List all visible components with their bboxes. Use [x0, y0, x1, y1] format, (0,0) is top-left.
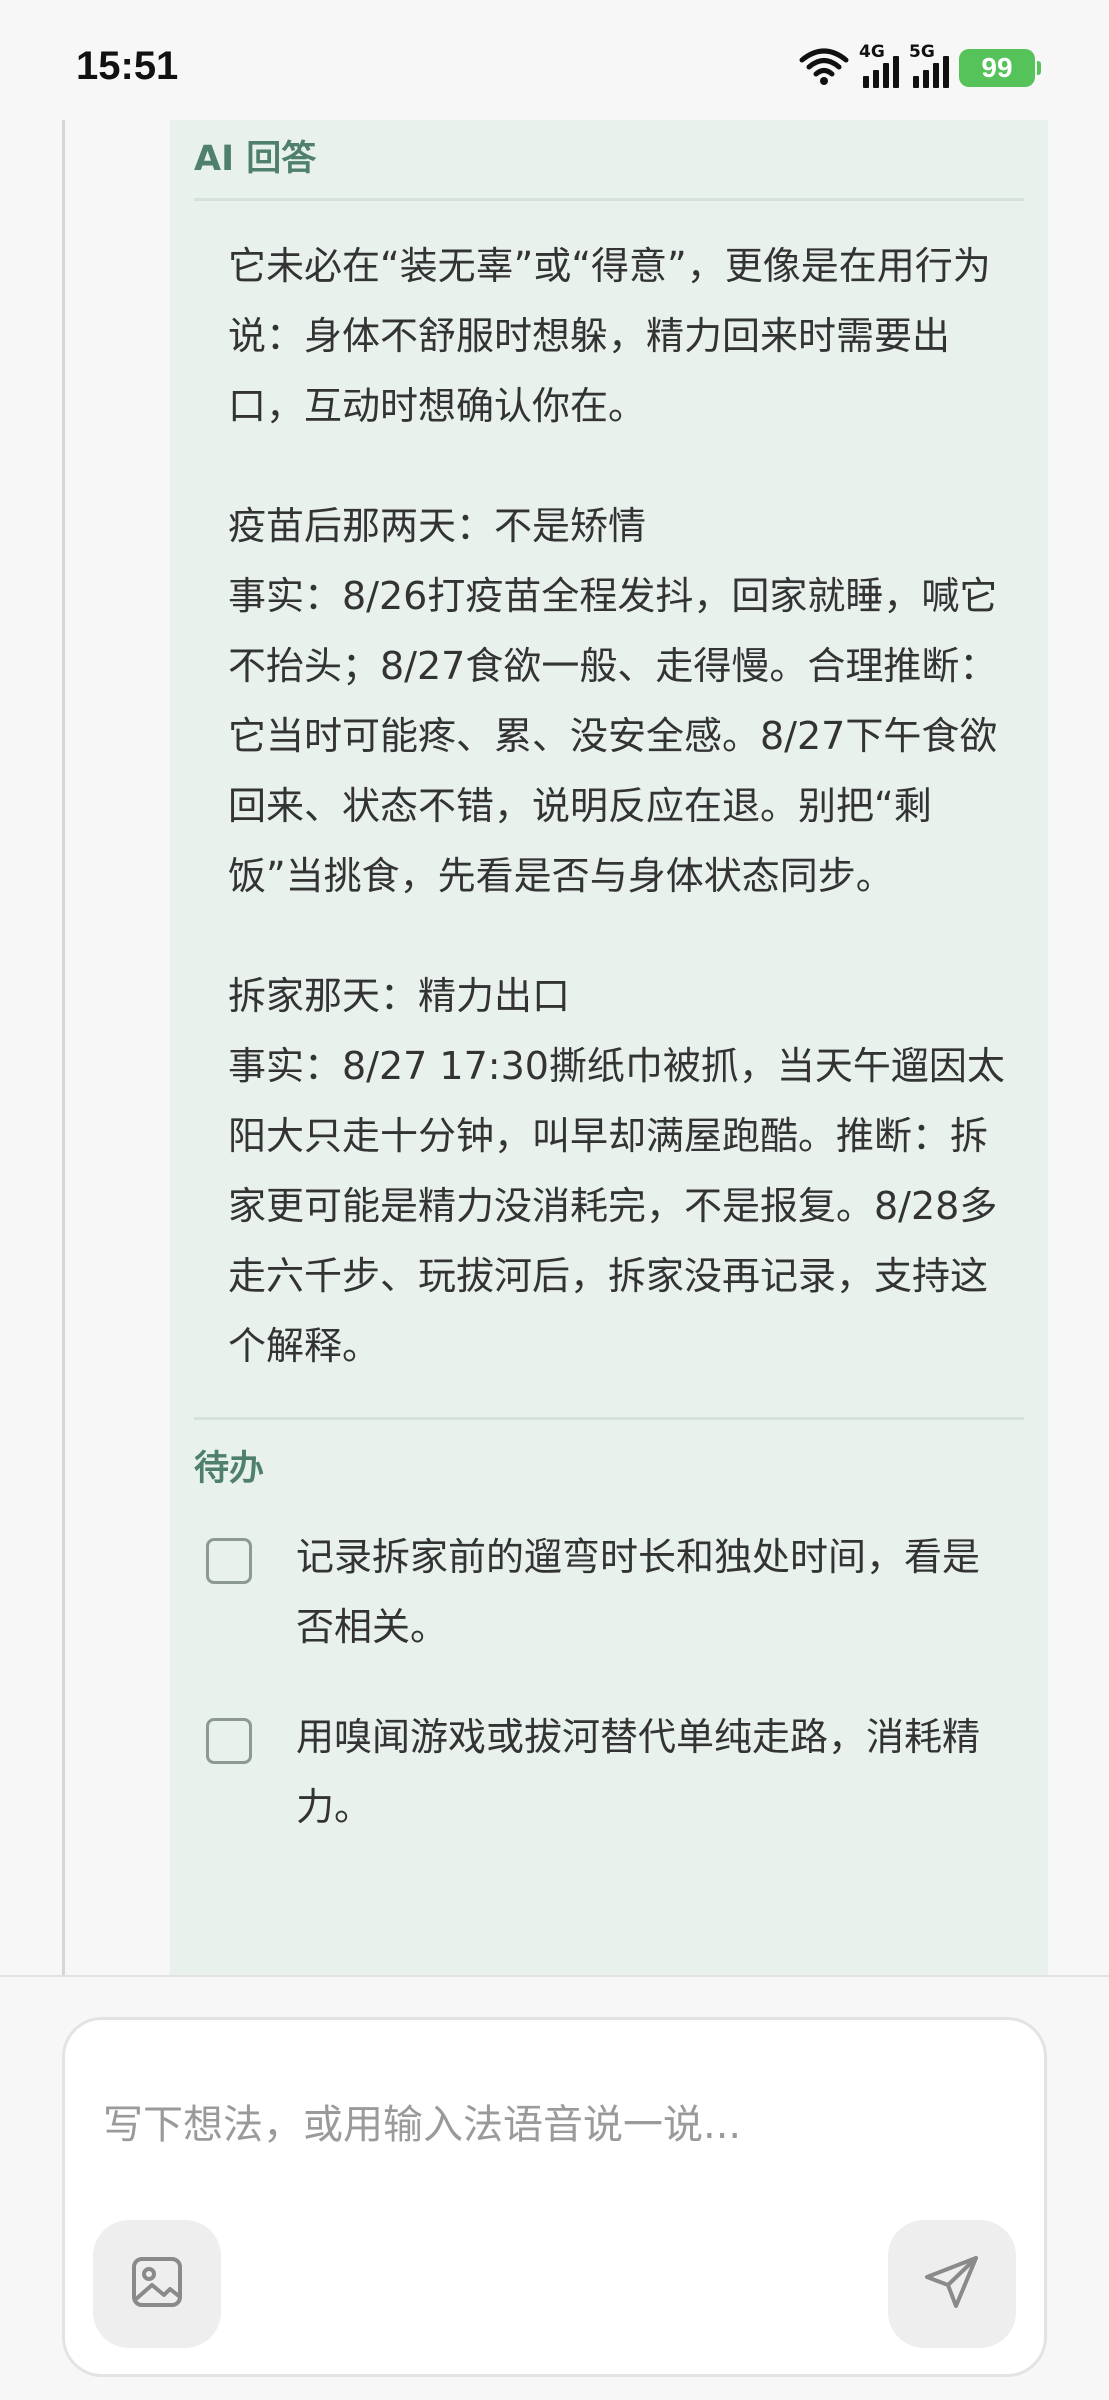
composer-panel: [0, 1975, 1109, 2400]
answer-subheading: 疫苗后那两天：不是矫情: [228, 504, 647, 548]
battery-icon: 99: [959, 49, 1041, 87]
status-time: 15:51: [76, 44, 179, 88]
todo-title: 待办: [194, 1449, 265, 1489]
ai-answer-title: AI 回答: [194, 139, 317, 179]
todo-list: 记录拆家前的遛弯时长和独处时间，看是否相关。 用嗅闻游戏或拔河替代单纯走路，消耗…: [194, 1508, 1024, 1842]
answer-paragraph: 事实：8/27 17:30撕纸巾被抓，当天午遛因太阳大只走十分钟，叫早却满屋跑酷…: [228, 1044, 1005, 1368]
thread-line: [62, 120, 65, 1975]
signal-5g-icon: 5G: [909, 42, 949, 88]
status-bar: 15:51 4G 5G 99: [0, 0, 1109, 120]
image-button[interactable]: [93, 2220, 221, 2348]
todo-text: 记录拆家前的遛弯时长和独处时间，看是否相关。: [296, 1535, 981, 1649]
wifi-icon: [799, 46, 849, 90]
todo-divider: [194, 1417, 1024, 1420]
signal-4g-icon: 4G: [859, 42, 899, 88]
battery-level: 99: [981, 52, 1013, 83]
message-input[interactable]: [103, 2090, 1003, 2160]
todo-item: 记录拆家前的遛弯时长和独处时间，看是否相关。: [194, 1522, 1024, 1662]
answer-paragraph: 它未必在“装无辜”或“得意”，更像是在用行为说：身体不舒服时想躲，精力回来时需要…: [228, 244, 991, 428]
answer-body: 它未必在“装无辜”或“得意”，更像是在用行为说：身体不舒服时想躲，精力回来时需要…: [194, 201, 1014, 1381]
ai-answer-card: AI 回答 它未必在“装无辜”或“得意”，更像是在用行为说：身体不舒服时想躲，精…: [170, 120, 1048, 1975]
send-icon: [923, 2253, 981, 2315]
answer-subheading: 拆家那天：精力出口: [228, 974, 571, 1018]
send-button[interactable]: [888, 2220, 1016, 2348]
todo-text: 用嗅闻游戏或拔河替代单纯走路，消耗精力。: [296, 1715, 981, 1829]
status-icons: 4G 5G 99: [799, 42, 1041, 90]
todo-checkbox[interactable]: [206, 1718, 252, 1764]
image-icon: [130, 2255, 184, 2313]
network-4g-label: 4G: [859, 42, 885, 62]
conversation-scroll-area[interactable]: AI 回答 它未必在“装无辜”或“得意”，更像是在用行为说：身体不舒服时想躲，精…: [0, 120, 1109, 1975]
answer-paragraph: 事实：8/26打疫苗全程发抖，回家就睡，喊它不抬头；8/27食欲一般、走得慢。合…: [228, 574, 998, 898]
network-5g-label: 5G: [909, 42, 935, 62]
todo-item: 用嗅闻游戏或拔河替代单纯走路，消耗精力。: [194, 1702, 1024, 1842]
composer-box: [62, 2017, 1047, 2377]
todo-checkbox[interactable]: [206, 1538, 252, 1584]
